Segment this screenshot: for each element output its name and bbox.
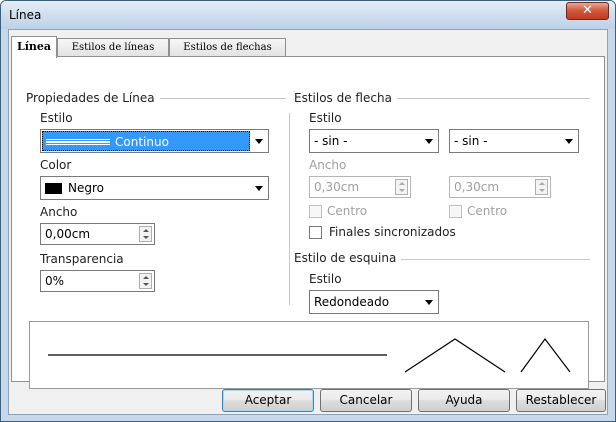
line-preview-swatch: [46, 139, 110, 145]
title-bar[interactable]: Línea ✕: [1, 1, 615, 29]
tab-estilos-flechas[interactable]: Estilos de flechas: [169, 38, 286, 57]
spin-buttons-icon[interactable]: [139, 226, 152, 242]
spin-buttons-icon[interactable]: [395, 179, 408, 195]
tab-linea[interactable]: Línea: [11, 36, 57, 58]
corner-style-label: Estilo: [309, 272, 342, 286]
preview-drawing: [48, 337, 571, 373]
dialog-window: Línea ✕ Línea Estilos de líneas Estilos …: [0, 0, 616, 422]
sync-ends-label: Finales sincronizados: [329, 225, 456, 239]
line-style-label: Estilo: [40, 111, 73, 125]
line-props-title: Propiedades de Línea: [26, 91, 160, 105]
ok-button[interactable]: Aceptar: [222, 389, 314, 412]
arrow-end-select[interactable]: - sin -: [449, 129, 579, 153]
arrow-styles-title: Estilos de flecha: [294, 91, 397, 105]
cancel-button[interactable]: Cancelar: [320, 389, 412, 412]
chevron-down-icon: [255, 139, 263, 144]
line-color-value: Negro: [68, 181, 104, 195]
help-button[interactable]: Ayuda: [418, 389, 510, 412]
chevron-down-icon: [425, 300, 433, 305]
arrow-end-width-spin[interactable]: 0,30cm: [449, 176, 551, 198]
reset-button[interactable]: Restablecer: [516, 389, 606, 412]
tab-panel: Propiedades de Línea Estilo Continuo Col…: [11, 56, 605, 389]
preview-corner-wide: [404, 338, 506, 373]
transparency-spin[interactable]: 0%: [40, 270, 155, 292]
transparency-value: 0%: [45, 274, 65, 288]
center-start-checkbox[interactable]: [309, 205, 322, 218]
dialog-client: Línea Estilos de líneas Estilos de flech…: [8, 29, 608, 415]
line-width-value: 0,00cm: [45, 227, 91, 241]
corner-style-value: Redondeado: [314, 295, 390, 309]
sync-ends-checkbox[interactable]: [309, 226, 322, 239]
line-width-spin[interactable]: 0,00cm: [40, 223, 155, 245]
arrow-width-label: Ancho: [309, 158, 347, 172]
arrow-style-label: Estilo: [309, 111, 342, 125]
line-color-label: Color: [40, 158, 72, 172]
line-width-label: Ancho: [40, 205, 78, 219]
arrow-start-width-value: 0,30cm: [314, 180, 360, 194]
arrow-start-width-spin[interactable]: 0,30cm: [309, 176, 411, 198]
tab-estilos-lineas[interactable]: Estilos de líneas: [57, 38, 169, 57]
chevron-down-icon: [255, 186, 263, 191]
line-preview-panel: [29, 321, 589, 389]
line-style-select[interactable]: Continuo: [40, 129, 269, 153]
color-swatch: [45, 183, 62, 194]
spin-buttons-icon[interactable]: [535, 179, 548, 195]
line-color-select[interactable]: Negro: [40, 176, 269, 200]
transparency-label: Transparencia: [40, 252, 124, 266]
preview-corner-narrow: [520, 337, 571, 373]
arrow-end-width-value: 0,30cm: [454, 180, 500, 194]
arrow-start-select[interactable]: - sin -: [309, 129, 439, 153]
arrow-end-value: - sin -: [454, 134, 488, 148]
spin-buttons-icon[interactable]: [139, 273, 152, 289]
arrow-start-value: - sin -: [314, 134, 348, 148]
center-start-label: Centro: [327, 204, 368, 218]
chevron-down-icon: [565, 139, 573, 144]
line-style-value: Continuo: [115, 135, 169, 149]
center-end-label: Centro: [467, 204, 508, 218]
center-end-checkbox[interactable]: [449, 205, 462, 218]
close-button[interactable]: ✕: [566, 2, 609, 20]
chevron-down-icon: [425, 139, 433, 144]
close-icon: ✕: [582, 3, 593, 18]
line-style-selection: Continuo: [42, 131, 250, 151]
vertical-separator: [289, 113, 290, 305]
corner-style-select[interactable]: Redondeado: [309, 290, 439, 314]
corner-styles-title: Estilo de esquina: [294, 251, 402, 265]
window-title: Línea: [9, 8, 42, 22]
